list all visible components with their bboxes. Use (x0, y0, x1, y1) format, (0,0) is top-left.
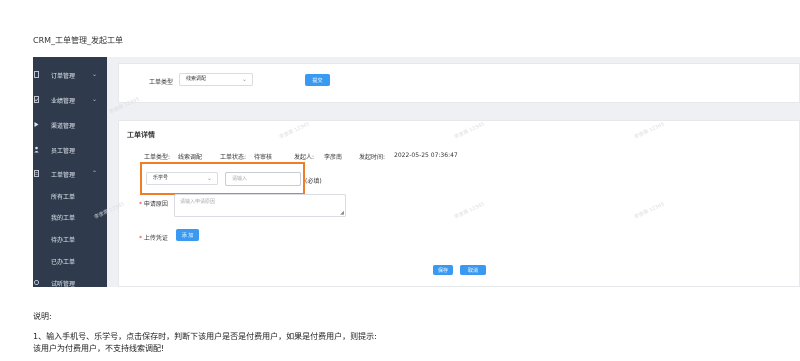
add-attachment-button[interactable]: 添 加 (176, 229, 199, 241)
ticket-type-label: 工单类型 (149, 79, 174, 86)
id-input[interactable]: 请输入 (225, 172, 301, 186)
meta-initiator-value: 李彦南 (324, 154, 343, 161)
save-button[interactable]: 保存 (433, 265, 453, 275)
sidebar-item-label: 员工管理 (51, 147, 76, 155)
sidebar-item-label: 试听管理 (51, 280, 76, 288)
sidebar-item-performance[interactable]: 业绩管理 ⌄ (33, 90, 107, 110)
notes-line-2: 该用户为付费用户，不支持线索调配! (33, 344, 165, 353)
sidebar-item-label: 渠道管理 (51, 122, 76, 130)
ticket-icon (34, 170, 39, 177)
meta-status-label: 工单状态: (220, 154, 247, 161)
confirm-button[interactable]: 提交 (305, 74, 330, 86)
reason-placeholder: 请输入申请原因 (180, 199, 216, 205)
meta-time-label: 发起时间: (359, 154, 386, 161)
sidebar: 订单管理 ⌄ 业绩管理 ⌄ 渠道管理 员工管理 工单管理 ⌃ 所有工单 我的工单… (33, 57, 107, 287)
sidebar-item-trial[interactable]: 试听管理 (33, 273, 107, 287)
chevron-down-icon: ⌄ (92, 71, 98, 78)
sidebar-item-tickets[interactable]: 工单管理 ⌃ (33, 164, 107, 184)
resize-grip-icon[interactable]: ◢ (340, 210, 344, 216)
meta-initiator-label: 发起人: (294, 154, 315, 161)
check-doc-icon (34, 96, 39, 103)
sidebar-item-channels[interactable]: 渠道管理 (33, 115, 107, 135)
channel-icon (34, 122, 39, 127)
meta-time-value: 2022-05-25 07:36:47 (394, 152, 458, 159)
ticket-type-panel: 工单类型 线索调配 ⌄ 提交 (118, 63, 800, 103)
upload-label: * 上传凭证 (139, 235, 168, 242)
sidebar-item-label: 业绩管理 (51, 97, 76, 105)
meta-type-value: 线索调配 (178, 154, 203, 161)
chevron-down-icon: ⌄ (206, 175, 212, 182)
id-type-value: 乐学号 (153, 175, 169, 181)
person-icon (34, 146, 39, 153)
required-note: (必填) (305, 178, 322, 185)
page-title: CRM_工单管理_发起工单 (33, 36, 124, 45)
ticket-type-select[interactable]: 线索调配 ⌄ (179, 73, 253, 86)
sidebar-item-orders[interactable]: 订单管理 ⌄ (33, 65, 107, 85)
ticket-detail-panel: 工单详情 工单类型: 线索调配 工单状态: 待审核 发起人: 李彦南 发起时间:… (118, 120, 800, 287)
sidebar-subitem-done-tickets[interactable]: 已办工单 (51, 257, 75, 266)
sidebar-subitem-todo-tickets[interactable]: 待办工单 (51, 235, 75, 244)
sidebar-subitem-my-tickets[interactable]: 我的工单 (51, 213, 75, 222)
notes-heading: 说明: (33, 312, 52, 321)
reason-label: * 申请原因 (139, 201, 168, 208)
reason-textarea[interactable]: 请输入申请原因 ◢ (174, 194, 346, 217)
meta-status-value: 待审核 (254, 154, 273, 161)
notes-line-1: 1、输入手机号、乐学号，点击保存时，判断下该用户是否是付费用户，如果是付费用户，… (33, 332, 377, 341)
meta-type-label: 工单类型: (144, 154, 171, 161)
id-type-select[interactable]: 乐学号 ⌄ (146, 172, 218, 185)
app-window: 订单管理 ⌄ 业绩管理 ⌄ 渠道管理 员工管理 工单管理 ⌃ 所有工单 我的工单… (33, 57, 800, 287)
ticket-type-value: 线索调配 (186, 76, 207, 82)
chevron-up-icon: ⌃ (92, 170, 98, 177)
document-icon (34, 71, 39, 78)
sidebar-item-staff[interactable]: 员工管理 (33, 140, 107, 160)
chevron-down-icon: ⌄ (241, 76, 247, 83)
detail-heading: 工单详情 (127, 131, 155, 139)
sidebar-item-label: 订单管理 (51, 72, 76, 80)
sidebar-subitem-all-tickets[interactable]: 所有工单 (51, 192, 75, 201)
sidebar-item-label: 工单管理 (51, 171, 76, 179)
chevron-down-icon: ⌄ (92, 96, 98, 103)
headset-icon (34, 280, 39, 285)
cancel-button[interactable]: 取消 (460, 265, 486, 275)
